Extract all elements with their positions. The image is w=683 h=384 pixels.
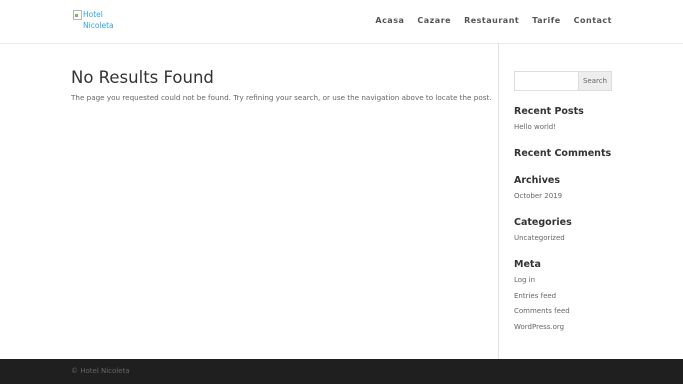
meta-widget: Meta Log in Entries feed Comments feed W… [514,258,612,333]
nav-item-contact[interactable]: Contact [574,16,612,25]
meta-link-comments-feed[interactable]: Comments feed [514,305,612,317]
widget-title-archives: Archives [514,175,560,186]
site-header: Hotel Nicoleta Acasa Cazare Restaurant T… [0,0,683,43]
search-form: Search [514,71,612,91]
meta-link-login[interactable]: Log in [514,274,612,286]
sidebar-divider [498,43,499,359]
search-input[interactable] [514,71,578,91]
nav-item-acasa[interactable]: Acasa [375,16,404,25]
category-link[interactable]: Uncategorized [514,232,612,244]
nav-item-tarife[interactable]: Tarife [532,16,560,25]
recent-comments-widget: Recent Comments [514,147,612,160]
archive-link[interactable]: October 2019 [514,190,612,202]
site-logo[interactable]: Hotel Nicoleta [73,9,133,35]
main-navigation: Acasa Cazare Restaurant Tarife Contact [375,16,612,25]
recent-posts-widget: Recent Posts Hello world! [514,105,612,133]
not-found-message: The page you requested could not be foun… [71,93,492,102]
broken-image-icon [73,10,82,20]
site-footer: © Hotel Nicoleta [0,359,683,384]
widget-title-categories: Categories [514,217,572,228]
widget-title-recent-comments: Recent Comments [514,148,612,159]
categories-widget: Categories Uncategorized [514,216,612,244]
meta-link-entries-feed[interactable]: Entries feed [514,290,612,302]
sidebar: Search Recent Posts Hello world! Recent … [514,71,612,336]
meta-link-wordpress[interactable]: WordPress.org [514,321,612,333]
copyright-text: © Hotel Nicoleta [71,367,130,375]
page-title: No Results Found [71,68,214,87]
main-content: No Results Found The page you requested … [71,68,492,104]
nav-item-restaurant[interactable]: Restaurant [464,16,519,25]
widget-title-meta: Meta [514,259,541,270]
nav-item-cazare[interactable]: Cazare [417,16,451,25]
archives-widget: Archives October 2019 [514,174,612,202]
recent-post-link[interactable]: Hello world! [514,121,612,133]
widget-title-recent-posts: Recent Posts [514,106,584,117]
logo-alt-text: Hotel Nicoleta [83,10,114,30]
search-button[interactable]: Search [578,71,612,91]
